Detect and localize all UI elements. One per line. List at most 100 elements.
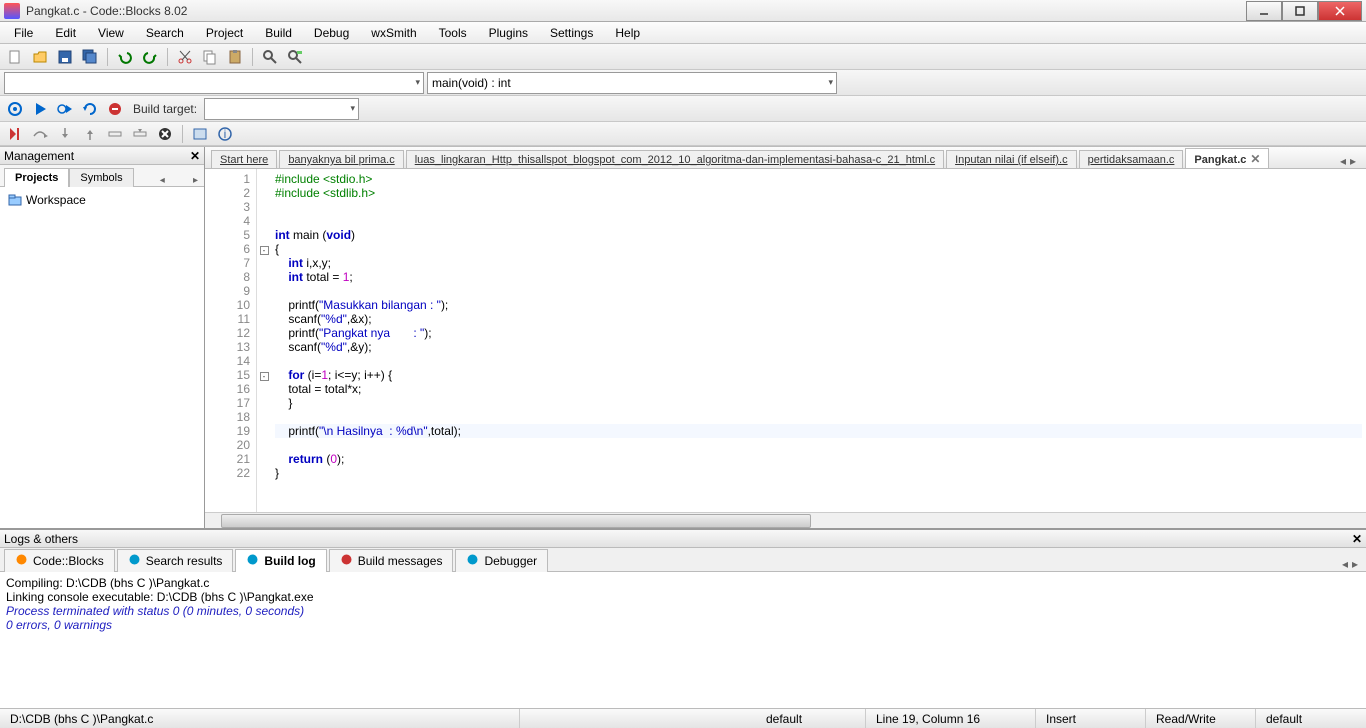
logs-close-icon[interactable]: ✕ bbox=[1352, 532, 1362, 546]
logs-tab-next[interactable]: ▸ bbox=[1352, 557, 1358, 571]
find-button[interactable] bbox=[259, 46, 281, 68]
function-combo-value: main(void) : int bbox=[432, 76, 511, 90]
toolbar-build: Build target: ▾ bbox=[0, 96, 1366, 122]
build-button[interactable] bbox=[4, 98, 26, 120]
step-into-button[interactable] bbox=[54, 123, 76, 145]
editor-tab[interactable]: Pangkat.c✕ bbox=[1185, 148, 1269, 169]
svg-text:i: i bbox=[224, 127, 227, 141]
statusbar: D:\CDB (bhs C )\Pangkat.c default Line 1… bbox=[0, 708, 1366, 728]
logs-tabs: Code::BlocksSearch resultsBuild logBuild… bbox=[0, 548, 1366, 572]
logs-tab-icon bbox=[246, 553, 259, 569]
logs-tab-search-results[interactable]: Search results bbox=[117, 549, 234, 572]
mgmt-tab-projects[interactable]: Projects bbox=[4, 168, 69, 187]
code-body[interactable]: #include <stdio.h>#include <stdlib.h> in… bbox=[271, 169, 1366, 512]
paste-button[interactable] bbox=[224, 46, 246, 68]
step-out-button[interactable] bbox=[79, 123, 101, 145]
editor-tabs: Start herebanyaknya bil prima.cluas_ling… bbox=[205, 147, 1366, 169]
workspace-label: Workspace bbox=[26, 193, 86, 207]
logs-tab-debugger[interactable]: Debugger bbox=[455, 549, 548, 572]
status-readwrite: Read/Write bbox=[1146, 709, 1256, 728]
build-run-button[interactable] bbox=[54, 98, 76, 120]
undo-button[interactable] bbox=[114, 46, 136, 68]
workspace-node[interactable]: Workspace bbox=[4, 191, 200, 209]
status-eol: default bbox=[1256, 709, 1366, 728]
editor-area: Start herebanyaknya bil prima.cluas_ling… bbox=[205, 147, 1366, 528]
management-close-icon[interactable]: ✕ bbox=[190, 149, 200, 163]
scope-combo[interactable]: ▾ bbox=[4, 72, 424, 94]
maximize-button[interactable] bbox=[1282, 1, 1318, 21]
logs-tab-icon bbox=[128, 553, 141, 569]
logs-tab-prev[interactable]: ◂ bbox=[1342, 557, 1348, 571]
logs-body[interactable]: Compiling: D:\CDB (bhs C )\Pangkat.cLink… bbox=[0, 572, 1366, 708]
logs-panel: Logs & others ✕ Code::BlocksSearch resul… bbox=[0, 528, 1366, 708]
debug-stop-button[interactable] bbox=[154, 123, 176, 145]
run-button[interactable] bbox=[29, 98, 51, 120]
main-area: Management ✕ ProjectsSymbols◂ ▸ Workspac… bbox=[0, 146, 1366, 528]
menu-wxsmith[interactable]: wxSmith bbox=[361, 24, 426, 42]
rebuild-button[interactable] bbox=[79, 98, 101, 120]
abort-button[interactable] bbox=[104, 98, 126, 120]
toolbar-debug: i bbox=[0, 122, 1366, 146]
replace-button[interactable] bbox=[284, 46, 306, 68]
debug-info-button[interactable]: i bbox=[214, 123, 236, 145]
save-all-button[interactable] bbox=[79, 46, 101, 68]
app-icon bbox=[4, 3, 20, 19]
fold-column[interactable]: -- bbox=[257, 169, 271, 512]
logs-tab-icon bbox=[15, 553, 28, 569]
mgmt-tab-next[interactable]: ▸ bbox=[191, 175, 200, 186]
management-tabs: ProjectsSymbols ◂ ▸ bbox=[0, 165, 204, 187]
save-button[interactable] bbox=[54, 46, 76, 68]
workspace-icon bbox=[8, 193, 22, 207]
status-path: D:\CDB (bhs C )\Pangkat.c bbox=[0, 709, 520, 728]
step-instr-button[interactable] bbox=[104, 123, 126, 145]
build-target-label: Build target: bbox=[129, 102, 201, 116]
editor-tab[interactable]: Inputan nilai (if elseif).c bbox=[946, 150, 1077, 169]
step-into-instr-button[interactable] bbox=[129, 123, 151, 145]
tab-prev-icon[interactable]: ◂ bbox=[1340, 154, 1346, 168]
editor-tab[interactable]: Start here bbox=[211, 150, 277, 169]
management-body: Workspace bbox=[0, 187, 204, 528]
function-combo[interactable]: main(void) : int▾ bbox=[427, 72, 837, 94]
menu-tools[interactable]: Tools bbox=[429, 24, 477, 42]
menu-project[interactable]: Project bbox=[196, 24, 253, 42]
menu-plugins[interactable]: Plugins bbox=[479, 24, 538, 42]
close-button[interactable] bbox=[1318, 1, 1362, 21]
open-file-button[interactable] bbox=[29, 46, 51, 68]
mgmt-tab-symbols[interactable]: Symbols bbox=[69, 168, 133, 187]
editor-tab[interactable]: pertidaksamaan.c bbox=[1079, 150, 1184, 169]
menu-edit[interactable]: Edit bbox=[45, 24, 86, 42]
debug-continue-button[interactable] bbox=[4, 123, 26, 145]
window-title: Pangkat.c - Code::Blocks 8.02 bbox=[26, 4, 1246, 18]
build-target-combo[interactable]: ▾ bbox=[204, 98, 359, 120]
status-insert: Insert bbox=[1036, 709, 1146, 728]
logs-title: Logs & others bbox=[4, 532, 78, 546]
step-over-button[interactable] bbox=[29, 123, 51, 145]
tab-next-icon[interactable]: ▸ bbox=[1350, 154, 1356, 168]
menu-settings[interactable]: Settings bbox=[540, 24, 603, 42]
new-file-button[interactable] bbox=[4, 46, 26, 68]
logs-tab-icon bbox=[340, 553, 353, 569]
logs-tab-code-blocks[interactable]: Code::Blocks bbox=[4, 549, 115, 572]
minimize-button[interactable] bbox=[1246, 1, 1282, 21]
redo-button[interactable] bbox=[139, 46, 161, 68]
menu-view[interactable]: View bbox=[88, 24, 134, 42]
logs-tab-build-messages[interactable]: Build messages bbox=[329, 549, 454, 572]
toolbar-scope: ▾ main(void) : int▾ bbox=[0, 70, 1366, 96]
logs-tab-build-log[interactable]: Build log bbox=[235, 549, 326, 572]
editor-hscroll[interactable] bbox=[205, 512, 1366, 528]
debug-windows-button[interactable] bbox=[189, 123, 211, 145]
menu-search[interactable]: Search bbox=[136, 24, 194, 42]
editor-tab[interactable]: banyaknya bil prima.c bbox=[279, 150, 403, 169]
menu-file[interactable]: File bbox=[4, 24, 43, 42]
copy-button[interactable] bbox=[199, 46, 221, 68]
code-editor[interactable]: 12345678910111213141516171819202122 -- #… bbox=[205, 169, 1366, 512]
editor-tab[interactable]: luas_lingkaran_Http_thisallspot_blogspot… bbox=[406, 150, 944, 169]
menu-build[interactable]: Build bbox=[255, 24, 302, 42]
status-encoding: default bbox=[756, 709, 866, 728]
menu-help[interactable]: Help bbox=[605, 24, 650, 42]
tab-close-icon[interactable]: ✕ bbox=[1250, 152, 1260, 166]
cut-button[interactable] bbox=[174, 46, 196, 68]
mgmt-tab-prev[interactable]: ◂ bbox=[158, 175, 167, 186]
menu-debug[interactable]: Debug bbox=[304, 24, 359, 42]
logs-tab-icon bbox=[466, 553, 479, 569]
